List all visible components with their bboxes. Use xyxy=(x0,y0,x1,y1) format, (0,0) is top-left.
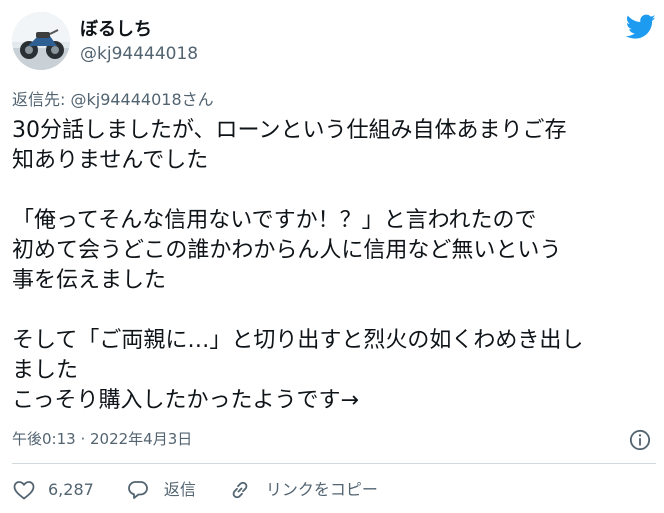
reply-context: 返信先: @kj94444018さん xyxy=(12,89,214,111)
reply-prefix: 返信先: xyxy=(12,90,71,109)
display-name[interactable]: ぼるしち xyxy=(80,18,198,42)
divider xyxy=(12,463,656,464)
avatar[interactable] xyxy=(12,12,70,70)
tweet-text: 30分話しましたが、ローンという仕組み自体あまりご存 知ありませんでした 「俺っ… xyxy=(12,118,584,413)
speech-bubble-icon xyxy=(127,481,148,499)
like-button[interactable]: 6,287 xyxy=(12,475,94,505)
reply-label: 返信 xyxy=(163,480,196,499)
user-handle[interactable]: @kj94444018 xyxy=(80,42,198,66)
tweet-timestamp[interactable]: 午後0:13 · 2022年4月3日 xyxy=(12,428,192,450)
info-icon[interactable] xyxy=(629,429,651,451)
copy-link-button[interactable]: リンクをコピー xyxy=(228,475,378,505)
user-info[interactable]: ぼるしち @kj94444018 xyxy=(80,18,198,66)
heart-icon xyxy=(13,481,35,500)
tweet-header: ぼるしち @kj94444018 xyxy=(12,12,656,70)
avatar-image xyxy=(12,12,70,70)
reply-handle-link[interactable]: @kj94444018さん xyxy=(70,90,213,109)
reply-button[interactable]: 返信 xyxy=(126,475,196,505)
like-count: 6,287 xyxy=(48,480,94,499)
link-icon xyxy=(232,481,248,499)
twitter-bird-icon[interactable] xyxy=(626,14,656,40)
action-bar: 6,287 返信 リンクをコピー xyxy=(12,475,410,505)
copy-link-label: リンクをコピー xyxy=(265,480,378,499)
